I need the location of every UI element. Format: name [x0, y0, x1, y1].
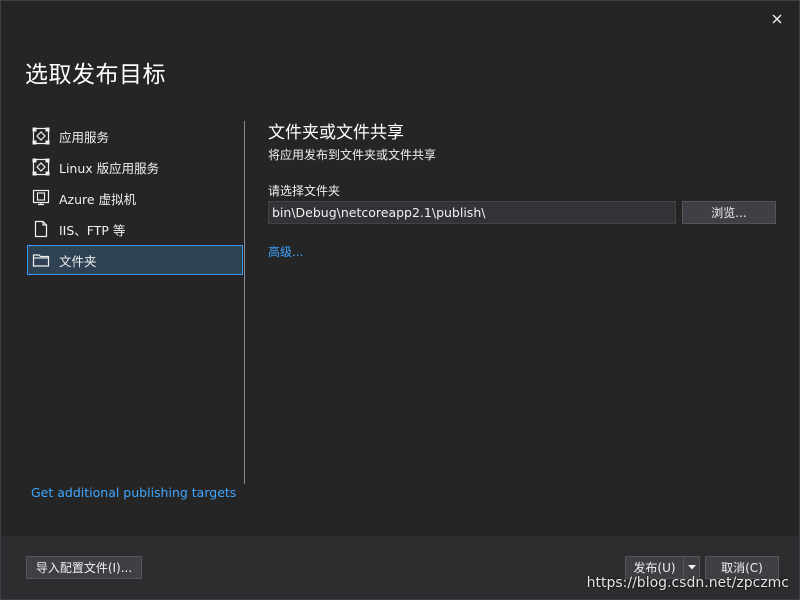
sidebar-item-folder[interactable]: 文件夹	[27, 245, 243, 275]
sidebar-item-label: 应用服务	[59, 129, 110, 145]
sidebar-item-label: IIS、FTP 等	[59, 222, 126, 238]
sidebar-item-app-service-linux[interactable]: Linux 版应用服务	[27, 152, 243, 182]
target-title: 文件夹或文件共享	[268, 123, 404, 143]
vertical-divider	[244, 121, 245, 484]
target-details-panel: 文件夹或文件共享 将应用发布到文件夹或文件共享 请选择文件夹 浏览... 高级.…	[268, 121, 778, 259]
dialog-title: 选取发布目标	[25, 62, 166, 88]
close-button[interactable]	[767, 9, 787, 29]
document-icon	[32, 220, 50, 238]
virtual-machine-icon	[32, 189, 50, 207]
folder-field-label: 请选择文件夹	[268, 184, 341, 198]
publish-target-dialog: 选取发布目标 应用服务 Linux 版应用服务 Azure 虚拟机 IIS、FT…	[0, 0, 800, 600]
get-additional-targets-link[interactable]: Get additional publishing targets	[31, 485, 236, 500]
dialog-footer: 导入配置文件(I)... 发布(U) 取消(C) https://blog.cs…	[1, 536, 799, 599]
sidebar-item-app-service[interactable]: 应用服务	[27, 121, 243, 151]
sidebar-item-label: Linux 版应用服务	[59, 160, 160, 176]
chevron-down-icon	[687, 565, 696, 570]
target-description: 将应用发布到文件夹或文件共享	[268, 148, 437, 162]
close-icon	[772, 14, 782, 24]
folder-path-input[interactable]	[268, 201, 676, 224]
sidebar-item-iis-ftp[interactable]: IIS、FTP 等	[27, 214, 243, 244]
watermark-text: https://blog.csdn.net/zpczmc	[586, 575, 789, 591]
sidebar-item-label: Azure 虚拟机	[59, 191, 137, 207]
import-profile-button[interactable]: 导入配置文件(I)...	[26, 556, 142, 579]
advanced-link[interactable]: 高级...	[268, 243, 303, 260]
folder-icon	[32, 251, 50, 269]
sidebar-item-label: 文件夹	[59, 253, 97, 269]
browse-button[interactable]: 浏览...	[682, 201, 776, 224]
app-service-linux-icon	[32, 158, 50, 176]
app-service-icon	[32, 127, 50, 145]
target-sidebar: 应用服务 Linux 版应用服务 Azure 虚拟机 IIS、FTP 等 文件夹	[27, 121, 243, 276]
sidebar-item-azure-vm[interactable]: Azure 虚拟机	[27, 183, 243, 213]
